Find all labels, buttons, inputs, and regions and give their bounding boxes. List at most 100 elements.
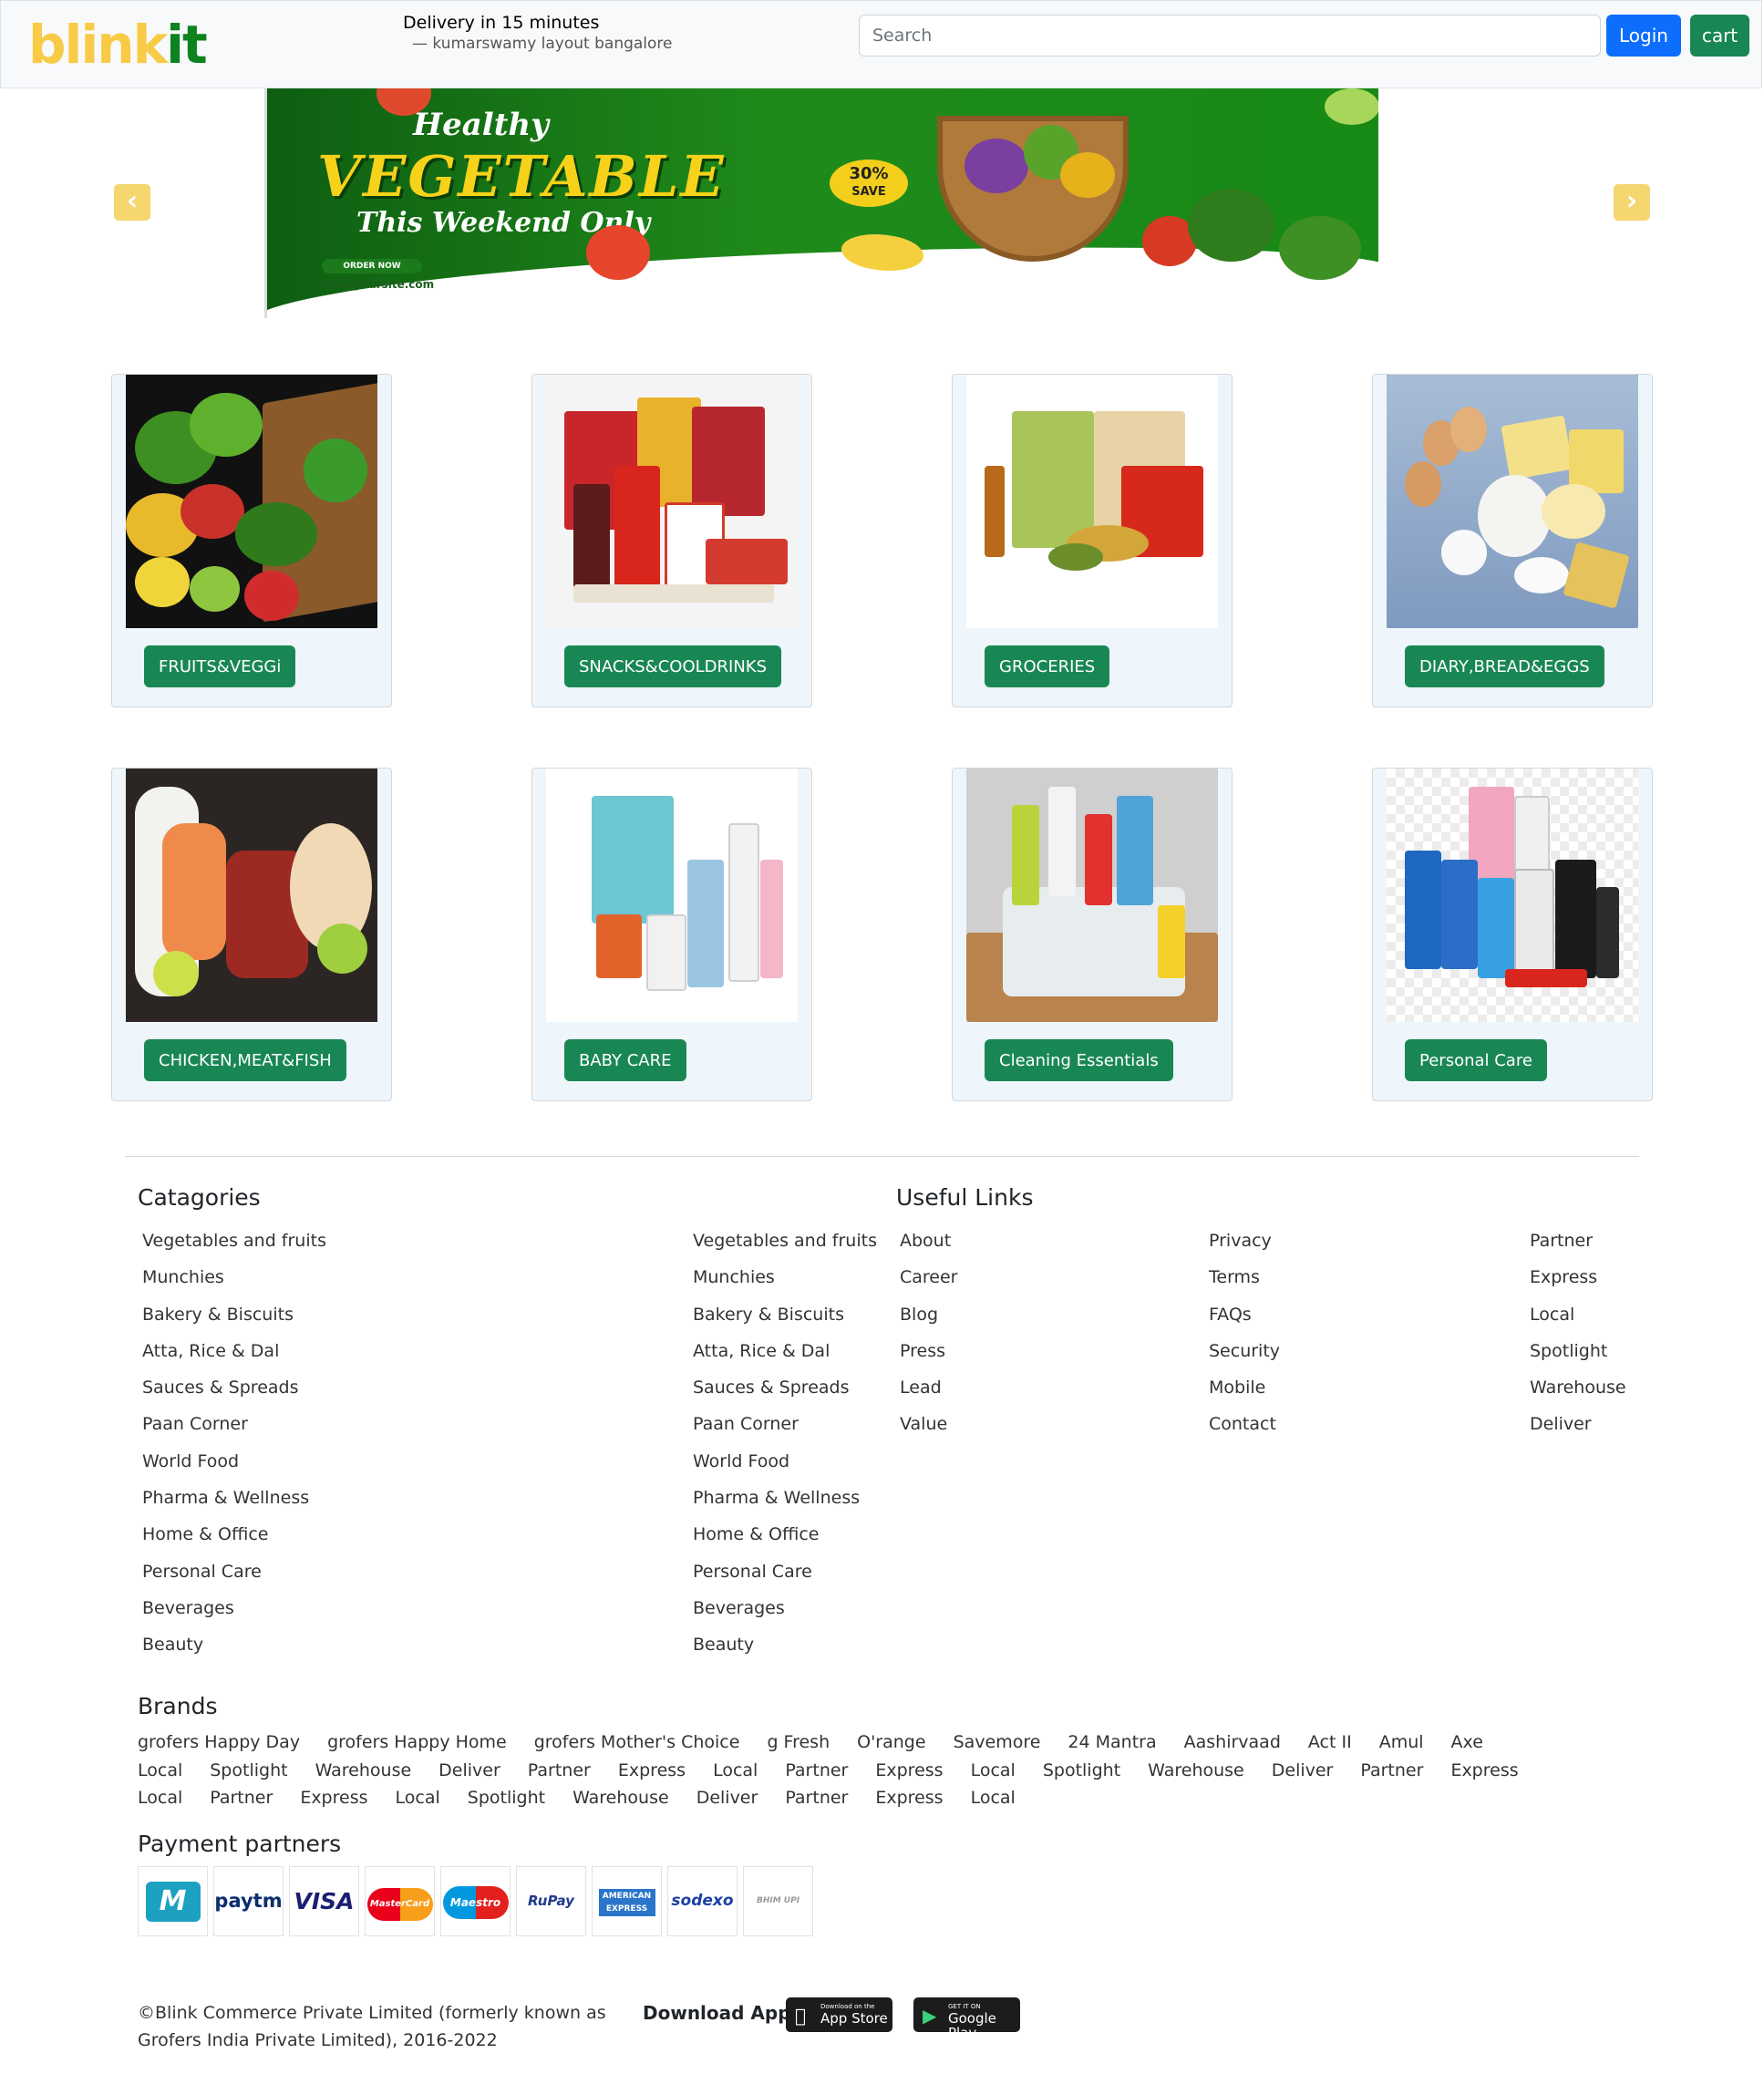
- footer-link[interactable]: Pharma & Wellness: [693, 1486, 877, 1522]
- delivery-info[interactable]: Delivery in 15 minutes — kumarswamy layo…: [403, 12, 673, 54]
- brand-link[interactable]: Local: [138, 1784, 182, 1812]
- brand-link[interactable]: Local: [713, 1757, 758, 1785]
- footer-link[interactable]: Bakery & Biscuits: [693, 1303, 877, 1339]
- brand-link[interactable]: Axe: [1451, 1728, 1483, 1757]
- login-button[interactable]: Login: [1606, 15, 1681, 57]
- footer-link[interactable]: Atta, Rice & Dal: [142, 1339, 326, 1376]
- brand-link[interactable]: Deliver: [438, 1757, 500, 1785]
- footer-link[interactable]: Beverages: [693, 1596, 877, 1633]
- brand-link[interactable]: Deliver: [696, 1784, 758, 1812]
- brand-link[interactable]: Warehouse: [315, 1757, 412, 1785]
- footer-link[interactable]: World Food: [142, 1450, 326, 1486]
- brand-link[interactable]: Local: [396, 1784, 440, 1812]
- blinkit-logo[interactable]: blinkit: [28, 15, 208, 74]
- brand-link[interactable]: Express: [875, 1757, 943, 1785]
- cart-button[interactable]: cart: [1690, 15, 1749, 57]
- footer-link[interactable]: Mobile: [1209, 1376, 1280, 1412]
- footer-link[interactable]: Vegetables and fruits: [693, 1229, 877, 1265]
- footer-link[interactable]: World Food: [693, 1450, 877, 1486]
- footer-link[interactable]: About: [900, 1229, 958, 1265]
- footer-link[interactable]: Sauces & Spreads: [693, 1376, 877, 1412]
- brand-link[interactable]: Spotlight: [210, 1757, 287, 1785]
- footer-link[interactable]: Vegetables and fruits: [142, 1229, 326, 1265]
- category-button-snacks[interactable]: SNACKS&COOLDRINKS: [564, 645, 782, 687]
- brand-link[interactable]: Local: [971, 1784, 1016, 1812]
- footer-link[interactable]: Local: [1530, 1303, 1626, 1339]
- footer-link[interactable]: FAQs: [1209, 1303, 1280, 1339]
- brand-link[interactable]: Express: [875, 1784, 943, 1812]
- category-card-dairy[interactable]: DIARY,BREAD&EGGS: [1372, 374, 1653, 707]
- footer-link[interactable]: Spotlight: [1530, 1339, 1626, 1376]
- brand-link[interactable]: g Fresh: [767, 1728, 830, 1757]
- brand-link[interactable]: Spotlight: [468, 1784, 545, 1812]
- footer-link[interactable]: Home & Office: [693, 1522, 877, 1559]
- footer-link[interactable]: Value: [900, 1412, 958, 1449]
- brand-link[interactable]: Warehouse: [573, 1784, 669, 1812]
- app-store-badge[interactable]:  Download on the App Store: [786, 1997, 892, 2032]
- footer-link[interactable]: Terms: [1209, 1265, 1280, 1302]
- footer-link[interactable]: Pharma & Wellness: [142, 1486, 326, 1522]
- brand-link[interactable]: Partner: [785, 1784, 848, 1812]
- promo-banner[interactable]: Healthy VEGETABLE This Weekend Only 30% …: [264, 88, 1378, 318]
- brand-link[interactable]: Partner: [528, 1757, 591, 1785]
- carousel-next-button[interactable]: ›: [1614, 184, 1650, 221]
- footer-link[interactable]: Beauty: [693, 1633, 877, 1669]
- brand-link[interactable]: 24 Mantra: [1068, 1728, 1156, 1757]
- google-play-badge[interactable]: ▶ GET IT ON Google Play: [913, 1997, 1020, 2040]
- carousel-prev-button[interactable]: ‹: [114, 184, 150, 221]
- category-card-snacks[interactable]: SNACKS&COOLDRINKS: [531, 374, 812, 707]
- category-button-groceries[interactable]: GROCERIES: [985, 645, 1110, 687]
- footer-link[interactable]: Blog: [900, 1303, 958, 1339]
- footer-link[interactable]: Munchies: [142, 1265, 326, 1302]
- footer-link[interactable]: Paan Corner: [142, 1412, 326, 1449]
- category-card-personal-care[interactable]: Personal Care: [1372, 768, 1653, 1101]
- category-button-cleaning[interactable]: Cleaning Essentials: [985, 1039, 1173, 1081]
- category-card-groceries[interactable]: GROCERIES: [952, 374, 1233, 707]
- footer-link[interactable]: Warehouse: [1530, 1376, 1626, 1412]
- footer-link[interactable]: Express: [1530, 1265, 1626, 1302]
- footer-link[interactable]: Press: [900, 1339, 958, 1376]
- footer-link[interactable]: Paan Corner: [693, 1412, 877, 1449]
- brand-link[interactable]: Express: [300, 1784, 367, 1812]
- footer-link[interactable]: Home & Office: [142, 1522, 326, 1559]
- footer-link[interactable]: Personal Care: [142, 1560, 326, 1596]
- footer-link[interactable]: Bakery & Biscuits: [142, 1303, 326, 1339]
- brand-link[interactable]: Express: [1450, 1757, 1518, 1785]
- category-card-fruits[interactable]: FRUITS&VEGGi: [111, 374, 392, 707]
- brand-link[interactable]: Savemore: [954, 1728, 1041, 1757]
- category-card-cleaning[interactable]: Cleaning Essentials: [952, 768, 1233, 1101]
- brand-link[interactable]: O'range: [857, 1728, 925, 1757]
- brand-link[interactable]: Partner: [210, 1784, 273, 1812]
- brand-link[interactable]: Local: [138, 1757, 182, 1785]
- footer-link[interactable]: Sauces & Spreads: [142, 1376, 326, 1412]
- brand-link[interactable]: Local: [971, 1757, 1016, 1785]
- footer-link[interactable]: Security: [1209, 1339, 1280, 1376]
- brand-link[interactable]: Spotlight: [1043, 1757, 1120, 1785]
- footer-link[interactable]: Munchies: [693, 1265, 877, 1302]
- brand-link[interactable]: Express: [618, 1757, 686, 1785]
- footer-link[interactable]: Atta, Rice & Dal: [693, 1339, 877, 1376]
- brand-link[interactable]: grofers Mother's Choice: [534, 1728, 740, 1757]
- footer-link[interactable]: Beverages: [142, 1596, 326, 1633]
- brand-link[interactable]: Partner: [785, 1757, 848, 1785]
- footer-link[interactable]: Contact: [1209, 1412, 1280, 1449]
- brand-link[interactable]: Amul: [1379, 1728, 1424, 1757]
- footer-link[interactable]: Lead: [900, 1376, 958, 1412]
- category-button-fruits[interactable]: FRUITS&VEGGi: [144, 645, 296, 687]
- category-card-baby-care[interactable]: BABY CARE: [531, 768, 812, 1101]
- footer-link[interactable]: Partner: [1530, 1229, 1626, 1265]
- brand-link[interactable]: Warehouse: [1148, 1757, 1244, 1785]
- brand-link[interactable]: Aashirvaad: [1184, 1728, 1281, 1757]
- category-button-baby-care[interactable]: BABY CARE: [564, 1039, 686, 1081]
- category-button-dairy[interactable]: DIARY,BREAD&EGGS: [1405, 645, 1604, 687]
- category-card-meat[interactable]: CHICKEN,MEAT&FISH: [111, 768, 392, 1101]
- brand-link[interactable]: Deliver: [1272, 1757, 1334, 1785]
- brand-link[interactable]: Act II: [1308, 1728, 1352, 1757]
- footer-link[interactable]: Career: [900, 1265, 958, 1302]
- footer-link[interactable]: Personal Care: [693, 1560, 877, 1596]
- category-button-meat[interactable]: CHICKEN,MEAT&FISH: [144, 1039, 346, 1081]
- footer-link[interactable]: Deliver: [1530, 1412, 1626, 1449]
- brand-link[interactable]: grofers Happy Home: [327, 1728, 507, 1757]
- footer-link[interactable]: Privacy: [1209, 1229, 1280, 1265]
- search-input[interactable]: [859, 15, 1601, 57]
